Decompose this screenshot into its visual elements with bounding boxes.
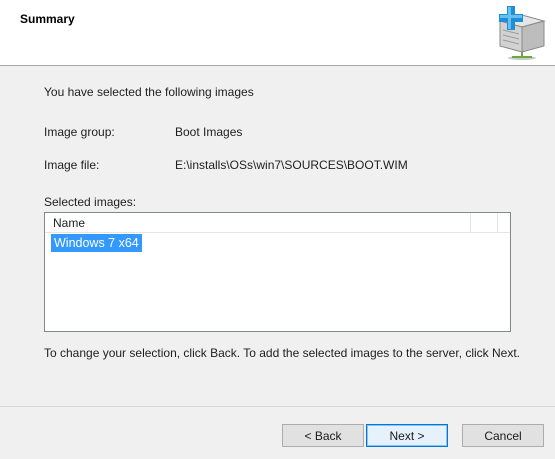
column-divider[interactable] [470, 213, 471, 232]
column-header-name[interactable]: Name [53, 216, 85, 230]
page-title: Summary [20, 12, 75, 26]
summary-content: You have selected the following images I… [0, 66, 555, 406]
back-button[interactable]: < Back [282, 424, 364, 447]
selected-images-label: Selected images: [44, 195, 137, 209]
column-divider[interactable] [497, 213, 498, 232]
help-text: To change your selection, click Back. To… [44, 346, 521, 360]
server-add-icon [498, 6, 546, 60]
footer-divider [0, 406, 555, 407]
image-file-label: Image file: [44, 158, 100, 172]
image-group-value: Boot Images [175, 125, 243, 139]
list-header: Name [45, 213, 510, 233]
next-button[interactable]: Next > [366, 424, 448, 447]
image-group-label: Image group: [44, 125, 115, 139]
cancel-button[interactable]: Cancel [462, 424, 544, 447]
wizard-header: Summary [0, 0, 555, 66]
selected-images-list[interactable]: Name Windows 7 x64 [44, 212, 511, 332]
list-item[interactable]: Windows 7 x64 [51, 234, 142, 252]
image-file-value: E:\installs\OSs\win7\SOURCES\BOOT.WIM [175, 158, 408, 172]
intro-text: You have selected the following images [44, 85, 254, 99]
